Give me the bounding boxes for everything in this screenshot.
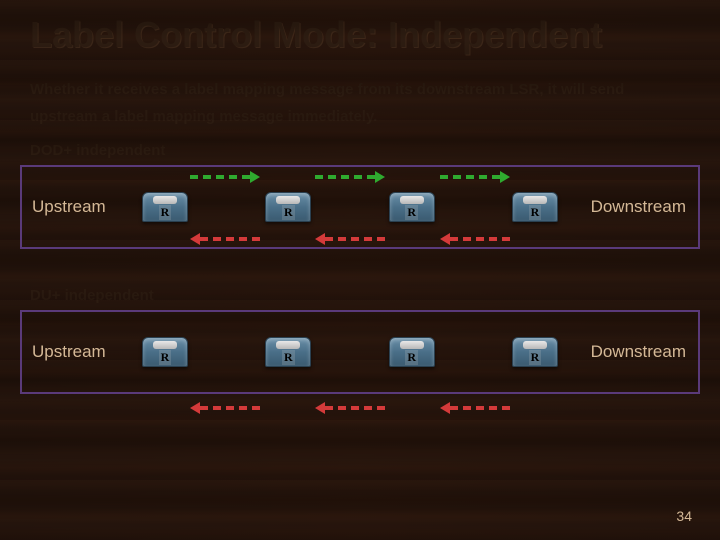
- downstream-label: Downstream: [591, 342, 686, 362]
- section-label-du: DU+ independent: [0, 279, 720, 310]
- arrow-left-icon: [190, 406, 260, 410]
- router-icon: R: [142, 337, 188, 367]
- router-label: R: [529, 350, 542, 365]
- upstream-label: Upstream: [32, 197, 106, 217]
- router-icon: R: [389, 192, 435, 222]
- router-label: R: [405, 205, 418, 220]
- router-icon: R: [265, 337, 311, 367]
- router-label: R: [282, 205, 295, 220]
- router-icon: R: [142, 192, 188, 222]
- diagram-du: Upstream Downstream R R R R: [20, 310, 700, 394]
- router-row: R R R R: [142, 167, 558, 247]
- upstream-label: Upstream: [32, 342, 106, 362]
- router-label: R: [159, 350, 172, 365]
- downstream-label: Downstream: [591, 197, 686, 217]
- router-icon: R: [389, 337, 435, 367]
- router-label: R: [529, 205, 542, 220]
- arrow-left-icon: [315, 406, 385, 410]
- page-number: 34: [676, 508, 692, 524]
- router-icon: R: [265, 192, 311, 222]
- diagram-dod: Upstream Downstream R R R R: [20, 165, 700, 249]
- router-icon: R: [512, 192, 558, 222]
- arrow-left-icon: [440, 406, 510, 410]
- router-label: R: [282, 350, 295, 365]
- router-icon: R: [512, 337, 558, 367]
- slide-description: Whether it receives a label mapping mess…: [0, 66, 720, 134]
- slide-title: Label Control Mode: Independent: [0, 0, 720, 66]
- router-label: R: [159, 205, 172, 220]
- section-label-dod: DOD+ independent: [0, 134, 720, 165]
- router-row: R R R R: [142, 312, 558, 392]
- router-label: R: [405, 350, 418, 365]
